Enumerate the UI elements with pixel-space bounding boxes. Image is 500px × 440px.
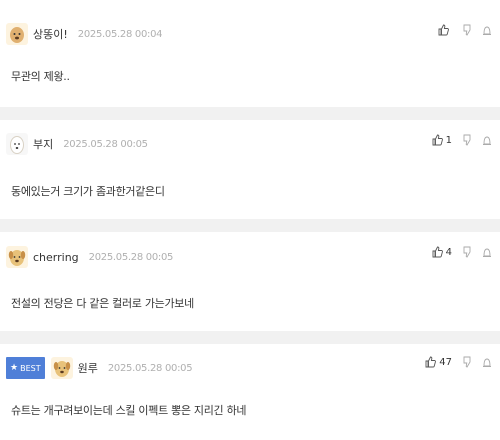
nickname[interactable]: 상똥이! — [33, 26, 68, 42]
like-count: 4 — [445, 246, 452, 258]
siren-icon[interactable] — [482, 24, 492, 36]
nickname[interactable]: cherring — [33, 251, 79, 264]
comment-header: 부지 2025.05.28 00:05 — [6, 132, 148, 156]
separator — [0, 331, 500, 344]
comment-text: 전설의 전당은 다 같은 컬러로 가는가보네 — [11, 297, 194, 310]
thumbs-up-icon — [432, 134, 443, 146]
comment-item: cherring 2025.05.28 00:05 전설의 전당은 다 같은 컬… — [0, 232, 500, 332]
thumbs-down-icon[interactable] — [462, 356, 472, 368]
separator — [0, 107, 500, 120]
siren-icon[interactable] — [482, 246, 492, 258]
avatar[interactable] — [6, 133, 28, 155]
comment-item: 상똥이! 2025.05.28 00:04 무관의 제왕.. — [0, 0, 500, 100]
comment-date: 2025.05.28 00:05 — [107, 362, 193, 374]
avatar[interactable] — [50, 357, 73, 379]
siren-icon[interactable] — [482, 134, 492, 146]
thumbs-down-icon[interactable] — [462, 24, 472, 36]
comment-text: 무관의 제왕.. — [11, 70, 70, 83]
best-badge: ★ BEST — [6, 357, 45, 379]
thumbs-up-icon — [432, 246, 443, 258]
nickname[interactable]: 원루 — [78, 360, 98, 376]
comment-actions — [438, 24, 492, 36]
comment-text: 슈트는 개구려보이는데 스킬 이펙트 뽕은 지리긴 하네 — [11, 404, 247, 417]
comment-header: cherring 2025.05.28 00:05 — [6, 245, 173, 269]
thumbs-up-icon — [438, 24, 449, 36]
like-button[interactable]: 1 — [432, 134, 452, 146]
like-button[interactable] — [438, 24, 452, 36]
comment-date: 2025.05.28 00:04 — [77, 28, 163, 40]
thumbs-down-icon[interactable] — [462, 246, 472, 258]
separator — [0, 219, 500, 232]
nickname[interactable]: 부지 — [33, 136, 53, 152]
thumbs-up-icon — [425, 356, 437, 368]
comment-date: 2025.05.28 00:05 — [63, 138, 148, 150]
like-count: 47 — [439, 356, 452, 368]
comment-text: 동에있는거 크기가 좀과한거같은디 — [11, 185, 165, 198]
thumbs-down-icon[interactable] — [462, 134, 472, 146]
avatar[interactable] — [6, 246, 28, 268]
best-badge-label: BEST — [20, 363, 41, 373]
like-count: 1 — [445, 134, 452, 146]
comment-header: ★ BEST 원루 2025.05.28 00:05 — [6, 356, 193, 380]
comment-item: 부지 2025.05.28 00:05 동에있는거 크기가 좀과한거같은디 1 — [0, 120, 500, 218]
avatar[interactable] — [6, 23, 28, 45]
siren-icon[interactable] — [482, 356, 492, 368]
comment-actions: 47 — [425, 356, 492, 368]
star-icon: ★ — [10, 363, 19, 373]
like-button[interactable]: 47 — [425, 356, 452, 368]
comment-date: 2025.05.28 00:05 — [88, 251, 174, 263]
comment-actions: 4 — [432, 246, 492, 258]
like-button[interactable]: 4 — [432, 246, 452, 258]
comment-header: 상똥이! 2025.05.28 00:04 — [6, 22, 163, 46]
comment-actions: 1 — [432, 134, 492, 146]
comment-list: 상똥이! 2025.05.28 00:04 무관의 제왕.. 부지 2025.0… — [0, 0, 500, 440]
comment-item: ★ BEST 원루 2025.05.28 00:05 슈트는 개구려보이는데 스… — [0, 344, 500, 440]
